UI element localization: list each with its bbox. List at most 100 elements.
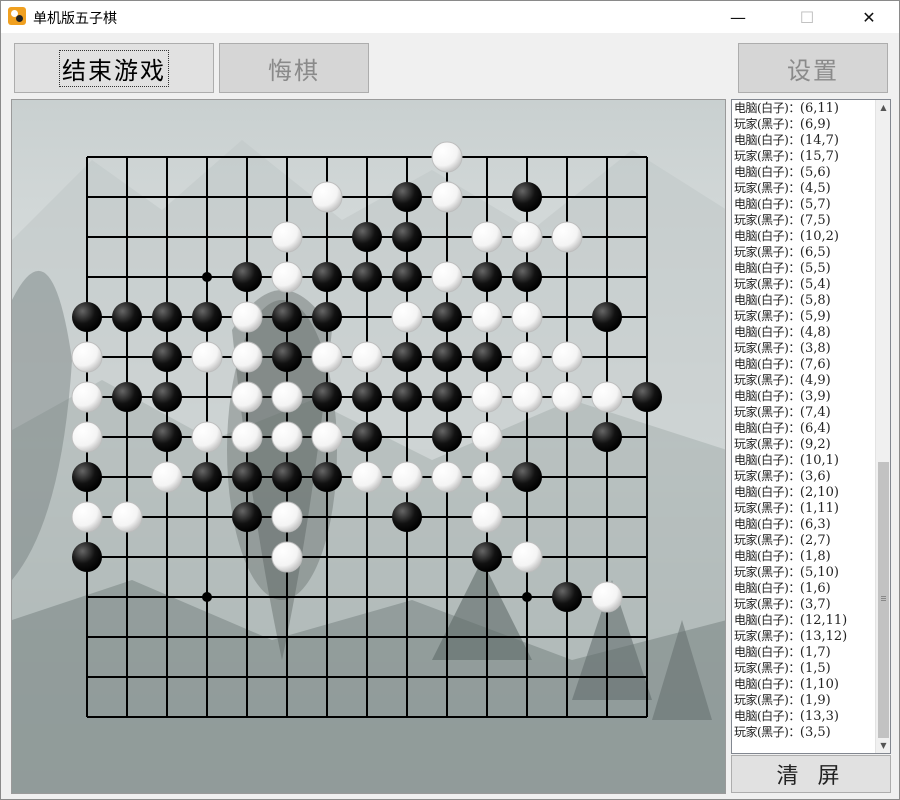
black-stone [432, 342, 462, 372]
move-position: (5,8) [799, 293, 831, 308]
white-stone [71, 421, 103, 453]
black-stone [232, 262, 262, 292]
move-player: 电脑(白子)： [734, 229, 800, 243]
black-stone [472, 342, 502, 372]
move-position: (13,12) [799, 629, 848, 644]
move-entry: 玩家(黑子)：(6,9) [734, 116, 874, 132]
maximize-button[interactable]: ☐ [784, 1, 830, 33]
black-stone [512, 182, 542, 212]
scroll-grip [881, 600, 886, 601]
black-stone [72, 542, 102, 572]
black-stone [112, 382, 142, 412]
move-position: (15,7) [799, 149, 839, 164]
white-stone [551, 381, 583, 413]
move-position: (6,9) [799, 117, 831, 132]
black-stone [352, 422, 382, 452]
clear-screen-button[interactable]: 清 屏 [731, 755, 891, 793]
white-stone [471, 421, 503, 453]
black-stone [312, 462, 342, 492]
scroll-grip [881, 598, 886, 599]
move-position: (5,5) [799, 261, 831, 276]
move-position: (4,8) [799, 325, 831, 340]
move-player: 玩家(黑子)： [734, 661, 800, 675]
white-stone [551, 221, 583, 253]
move-position: (7,6) [799, 357, 831, 372]
white-stone [471, 221, 503, 253]
black-stone [632, 382, 662, 412]
white-stone [311, 341, 343, 373]
black-stone [392, 182, 422, 212]
scroll-up-arrow-icon[interactable]: ▲ [876, 100, 891, 115]
minimize-button[interactable]: — [715, 1, 761, 33]
scroll-down-arrow-icon[interactable]: ▼ [876, 738, 891, 753]
move-position: (3,9) [799, 389, 831, 404]
white-stone [431, 261, 463, 293]
white-stone [271, 381, 303, 413]
black-stone [432, 382, 462, 412]
move-entry: 电脑(白子)：(5,5) [734, 260, 874, 276]
white-stone [271, 501, 303, 533]
window-title: 单机版五子棋 [33, 11, 117, 27]
move-player: 电脑(白子)： [734, 325, 800, 339]
white-stone [591, 581, 623, 613]
move-player: 电脑(白子)： [734, 133, 800, 147]
black-stone [392, 342, 422, 372]
black-stone [472, 542, 502, 572]
close-button[interactable]: ✕ [846, 1, 892, 33]
move-player: 电脑(白子)： [734, 389, 800, 403]
move-entry: 电脑(白子)：(7,6) [734, 356, 874, 372]
board-area[interactable] [11, 99, 726, 794]
move-entry: 玩家(黑子)：(5,4) [734, 276, 874, 292]
white-stone [431, 181, 463, 213]
move-player: 玩家(黑子)： [734, 181, 800, 195]
white-stone [271, 261, 303, 293]
black-stone [152, 422, 182, 452]
move-entry: 玩家(黑子)：(13,12) [734, 628, 874, 644]
move-player: 电脑(白子)： [734, 645, 800, 659]
black-stone [312, 302, 342, 332]
gomoku-board[interactable] [12, 100, 726, 794]
move-entry: 玩家(黑子)：(1,11) [734, 500, 874, 516]
end-game-button[interactable]: 结束游戏 [14, 43, 214, 93]
white-stone [231, 421, 263, 453]
move-player: 玩家(黑子)： [734, 309, 800, 323]
black-stone [392, 262, 422, 292]
white-stone [391, 301, 423, 333]
move-entry: 电脑(白子)：(5,7) [734, 196, 874, 212]
move-entry: 玩家(黑子)：(3,6) [734, 468, 874, 484]
move-player: 电脑(白子)： [734, 581, 800, 595]
move-entry: 玩家(黑子)：(4,9) [734, 372, 874, 388]
scroll-thumb[interactable] [878, 462, 889, 738]
star-point [522, 592, 532, 602]
undo-button[interactable]: 悔棋 [219, 43, 369, 93]
white-stone [471, 301, 503, 333]
white-stone [231, 301, 263, 333]
move-player: 玩家(黑子)： [734, 437, 800, 451]
white-stone [471, 501, 503, 533]
black-stone [472, 262, 502, 292]
black-stone [192, 302, 222, 332]
black-stone [152, 382, 182, 412]
black-stone [592, 302, 622, 332]
move-player: 玩家(黑子)： [734, 149, 800, 163]
move-player: 玩家(黑子)： [734, 501, 800, 515]
move-entry: 玩家(黑子)：(4,5) [734, 180, 874, 196]
move-entry: 玩家(黑子)：(3,7) [734, 596, 874, 612]
white-stone [71, 381, 103, 413]
black-stone [512, 262, 542, 292]
black-stone [232, 462, 262, 492]
move-history-scrollbar[interactable]: ▲ ▼ [875, 100, 890, 753]
move-player: 电脑(白子)： [734, 101, 800, 115]
white-stone [191, 341, 223, 373]
settings-button[interactable]: 设置 [738, 43, 888, 93]
move-position: (1,8) [799, 549, 831, 564]
move-entry: 电脑(白子)：(3,9) [734, 388, 874, 404]
move-player: 玩家(黑子)： [734, 373, 800, 387]
scroll-grip [881, 596, 886, 597]
move-entry: 玩家(黑子)：(3,5) [734, 724, 874, 740]
move-position: (13,3) [799, 709, 839, 724]
move-position: (7,5) [799, 213, 831, 228]
white-stone [511, 381, 543, 413]
move-position: (7,4) [799, 405, 831, 420]
move-position: (3,7) [799, 597, 831, 612]
